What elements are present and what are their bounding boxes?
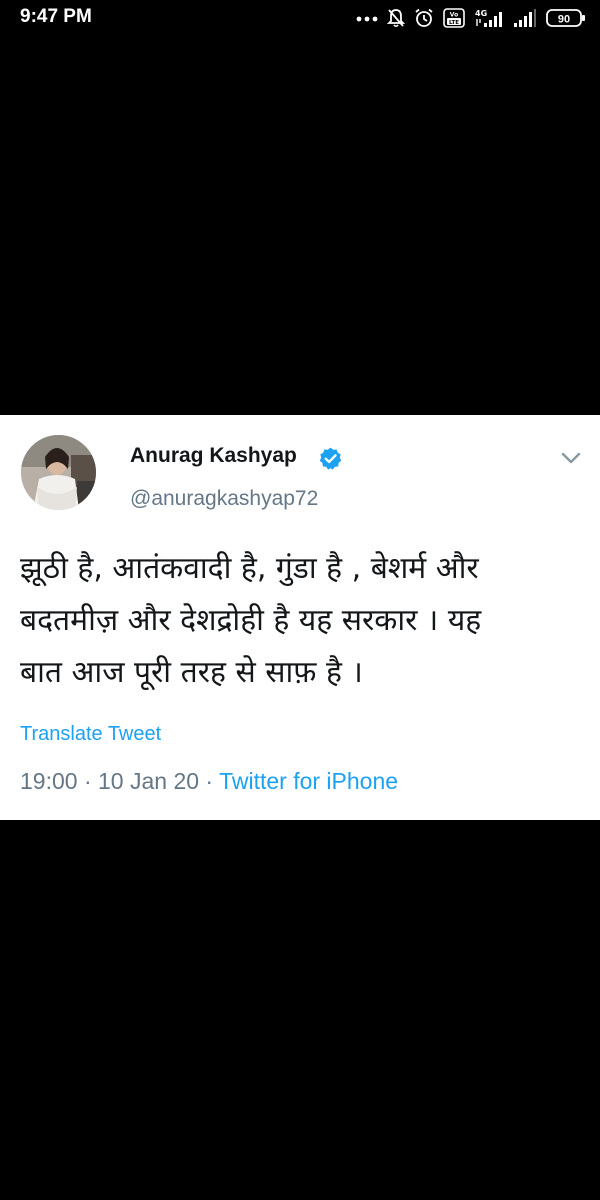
tweet-source-link[interactable]: Twitter for iPhone <box>219 768 398 794</box>
battery-level: 90 <box>558 14 570 26</box>
status-icons: Vo LTE 4G 90 <box>356 7 586 29</box>
volte-icon: Vo LTE <box>443 8 465 28</box>
meta-separator: · <box>77 768 99 794</box>
status-time: 9:47 PM <box>20 6 92 27</box>
tweet-text-line: बात आज पूरी तरह से साफ़ है । <box>20 655 363 690</box>
svg-text:Vo: Vo <box>450 12 458 19</box>
bell-muted-icon <box>387 9 405 28</box>
meta-separator: · <box>199 768 220 794</box>
svg-text:LTE: LTE <box>449 20 459 26</box>
more-notifications-icon <box>356 16 378 22</box>
network-type: 4G <box>475 9 487 18</box>
profile-photo-icon <box>21 435 96 510</box>
tweet-date: 10 Jan 20 <box>98 768 200 794</box>
signal-icon <box>514 9 536 27</box>
tweet-text: झूठी है, आतंकवादी है, गुंडा है , बेशर्म … <box>20 543 580 699</box>
author-name[interactable]: Anurag Kashyap <box>130 444 297 468</box>
translate-tweet-link[interactable]: Translate Tweet <box>20 723 161 746</box>
author-handle[interactable]: @anuragkashyap72 <box>130 487 318 511</box>
chevron-down-icon[interactable] <box>560 450 582 466</box>
signal-4g-icon: 4G <box>475 9 502 27</box>
tweet-text-line: बदतमीज़ और देशद्रोही है यह सरकार । यह <box>20 603 482 638</box>
status-bar: 9:47 PM Vo LTE 4G 90 <box>0 0 600 36</box>
alarm-icon <box>415 8 433 27</box>
battery-icon: 90 <box>546 9 585 27</box>
avatar[interactable] <box>21 435 96 510</box>
verified-badge-icon <box>319 447 342 470</box>
tweet-text-line: झूठी है, आतंकवादी है, गुंडा है , बेशर्म … <box>20 551 479 586</box>
tweet-time: 19:00 <box>20 768 78 794</box>
tweet-meta: 19:00 · 10 Jan 20 · Twitter for iPhone <box>20 768 398 795</box>
